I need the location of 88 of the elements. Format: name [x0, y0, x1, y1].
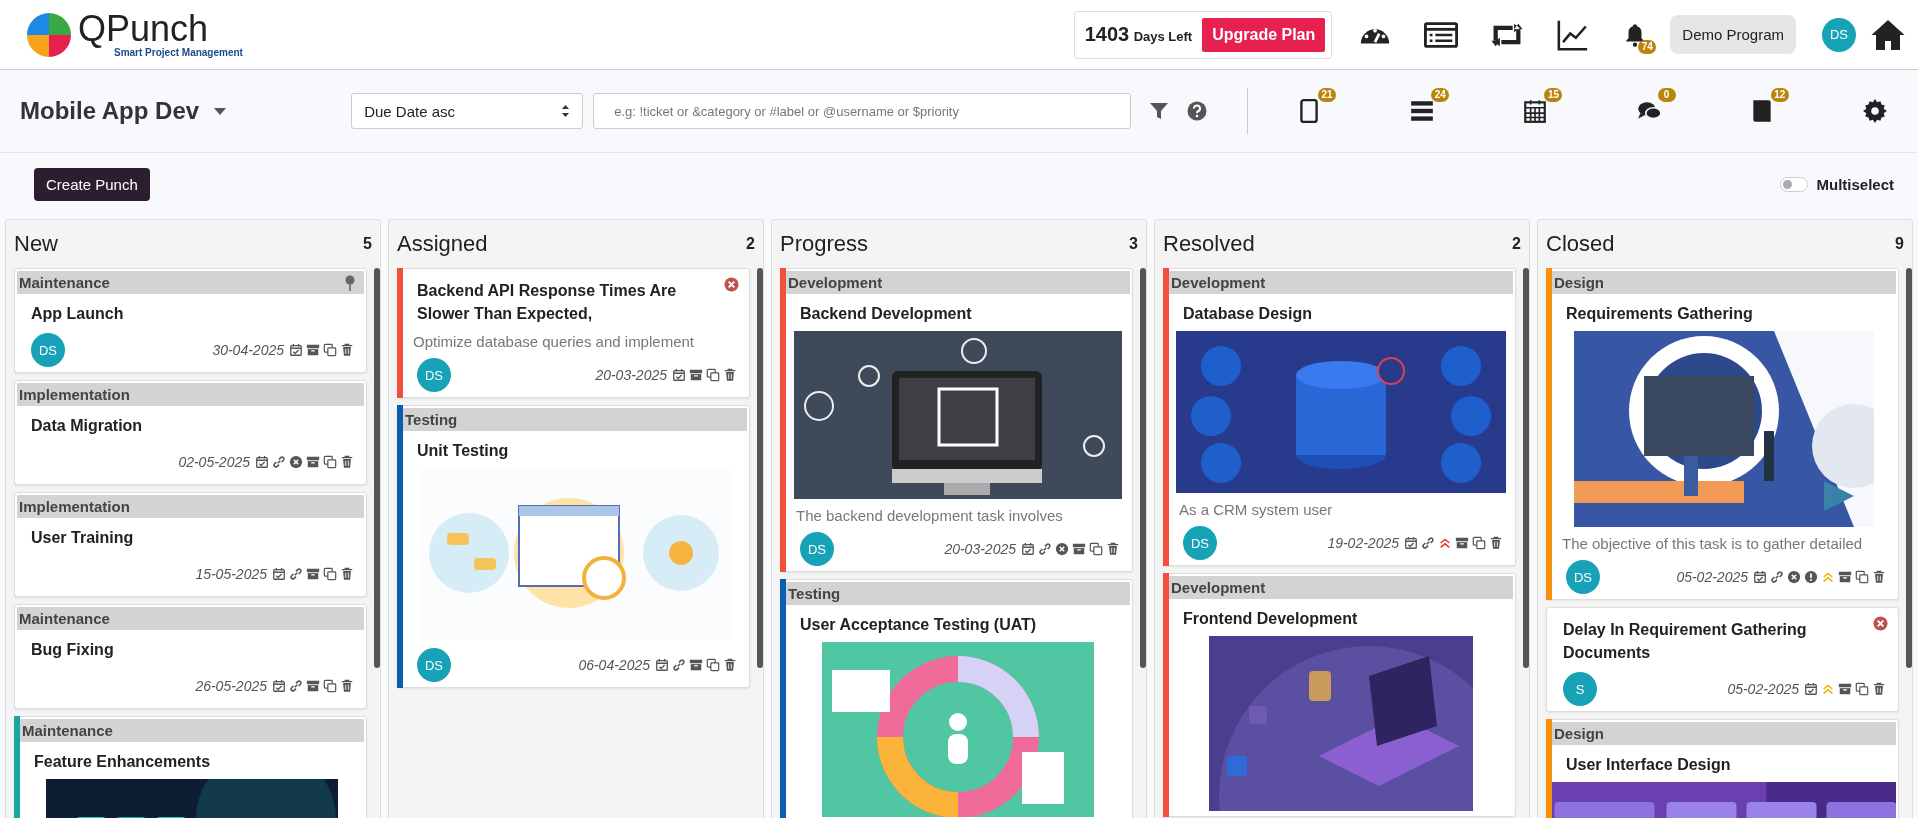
- days-count: 1403: [1084, 23, 1130, 45]
- task-card[interactable]: Development Frontend Development: [1163, 573, 1516, 817]
- program-button[interactable]: Demo Program: [1670, 15, 1796, 54]
- column-count: 3: [1129, 235, 1138, 253]
- column-title: Closed: [1546, 231, 1615, 257]
- task-card[interactable]: Implementation User Training 15-05-2025: [14, 492, 367, 597]
- due-date: 02-05-2025: [178, 454, 250, 470]
- due-date: 20-03-2025: [944, 541, 1016, 557]
- column-count: 2: [1512, 235, 1521, 253]
- column-title: Assigned: [397, 231, 488, 257]
- card-title: Delay In Requirement Gathering Documents: [1563, 620, 1808, 663]
- category-bar: Design: [1552, 722, 1896, 745]
- assignee-avatar: DS: [800, 532, 834, 566]
- task-card[interactable]: Development Backend Development The backend development task involves DS 20-03-2025: [780, 268, 1133, 572]
- column-title: Resolved: [1163, 231, 1255, 257]
- category-bar: Maintenance: [17, 271, 364, 294]
- count-badge: 15: [1544, 88, 1563, 102]
- count-badge: 21: [1318, 88, 1337, 102]
- card-title: User Training: [31, 528, 135, 548]
- notification-badge: 74: [1638, 39, 1657, 54]
- brand-tagline: Smart Project Management: [114, 47, 243, 58]
- count-badge: 24: [1431, 88, 1450, 102]
- category-bar: Development: [786, 271, 1130, 294]
- assignee-avatar: DS: [417, 358, 451, 392]
- create-punch-button[interactable]: Create Punch: [34, 168, 150, 201]
- due-date: 19-02-2025: [1327, 535, 1399, 551]
- card-title: Backend Development: [800, 304, 973, 324]
- task-card[interactable]: Delay In Requirement Gathering Documents S 05-02-2025: [1546, 607, 1899, 712]
- due-date: 30-04-2025: [212, 342, 284, 358]
- card-title: Unit Testing: [417, 441, 510, 461]
- column-title: New: [14, 231, 58, 257]
- card-description: The objective of this task is to gather detailed: [1562, 535, 1864, 552]
- due-date: 20-03-2025: [595, 367, 667, 383]
- task-card[interactable]: Backend API Response Times Are Slower Than Expected, Optimize database queries and implement DS 20-03-2025: [397, 268, 750, 398]
- category-bar: Testing: [786, 582, 1130, 605]
- card-description: Optimize database queries and implement: [413, 333, 695, 350]
- assignee-avatar: DS: [1566, 560, 1600, 594]
- project-name[interactable]: Mobile App Dev: [20, 97, 200, 125]
- count-badge: 12: [1770, 88, 1789, 102]
- due-date: 05-02-2025: [1727, 681, 1799, 697]
- task-card[interactable]: Maintenance App Launch DS 30-04-2025: [14, 268, 367, 373]
- due-date: 05-02-2025: [1676, 569, 1748, 585]
- card-description: The backend development task involves: [796, 507, 1064, 524]
- due-date: 26-05-2025: [195, 678, 267, 694]
- task-card[interactable]: Testing Unit Testing DS 06-04-2025: [397, 405, 750, 688]
- category-bar: Implementation: [17, 383, 364, 406]
- upgrade-button[interactable]: Upgrade Plan: [1202, 17, 1326, 52]
- category-bar: Implementation: [17, 495, 364, 518]
- task-card[interactable]: Maintenance Feature Enhancements: [14, 716, 367, 818]
- card-title: Bug Fixing: [31, 640, 115, 660]
- brand-name: QPunch: [78, 11, 209, 47]
- card-title: Data Migration: [31, 416, 144, 436]
- category-bar: Maintenance: [17, 607, 364, 630]
- task-card[interactable]: Design User Interface Design: [1546, 719, 1899, 818]
- card-title: Requirements Gathering: [1566, 304, 1754, 324]
- sort-select[interactable]: Due Date asc: [351, 93, 584, 129]
- card-title: Backend API Response Times Are Slower Than Expected,: [417, 281, 678, 324]
- due-date: 06-04-2025: [578, 657, 650, 673]
- card-description: As a CRM system user: [1179, 501, 1334, 518]
- assignee-avatar: S: [1563, 672, 1597, 706]
- column-count: 2: [746, 235, 755, 253]
- card-title: App Launch: [31, 304, 125, 324]
- card-title: Feature Enhancements: [34, 752, 212, 772]
- task-card[interactable]: Testing User Acceptance Testing (UAT): [780, 579, 1133, 818]
- category-bar: Testing: [403, 408, 747, 431]
- card-title: User Interface Design: [1566, 755, 1732, 775]
- card-title: Frontend Development: [1183, 609, 1359, 629]
- card-title: User Acceptance Testing (UAT): [800, 615, 1038, 635]
- due-date: 15-05-2025: [195, 566, 267, 582]
- assignee-avatar: DS: [417, 648, 451, 682]
- column-title: Progress: [780, 231, 869, 257]
- search-field[interactable]: e.g: !ticket or &category or #label or @username or $priority: [593, 93, 1132, 129]
- task-card[interactable]: Maintenance Bug Fixing 26-05-2025: [14, 604, 367, 709]
- column-count: 5: [363, 235, 372, 253]
- assignee-avatar: DS: [1183, 526, 1217, 560]
- task-card[interactable]: Development Database Design As a CRM system user DS 19-02-2025: [1163, 268, 1516, 566]
- category-bar: Development: [1169, 576, 1513, 599]
- category-bar: Maintenance: [20, 719, 364, 742]
- assignee-avatar: DS: [31, 333, 65, 367]
- task-card[interactable]: Design Requirements Gathering The objective of this task is to gather detailed DS 05-02-2025: [1546, 268, 1899, 600]
- days-label: Days Left: [1133, 29, 1193, 44]
- column-count: 9: [1895, 235, 1904, 253]
- category-bar: Development: [1169, 271, 1513, 294]
- card-title: Database Design: [1183, 304, 1313, 324]
- task-card[interactable]: Implementation Data Migration 02-05-2025: [14, 380, 367, 485]
- category-bar: Design: [1552, 271, 1896, 294]
- count-badge: 0: [1657, 88, 1676, 102]
- multiselect-label: Multiselect: [1816, 176, 1894, 193]
